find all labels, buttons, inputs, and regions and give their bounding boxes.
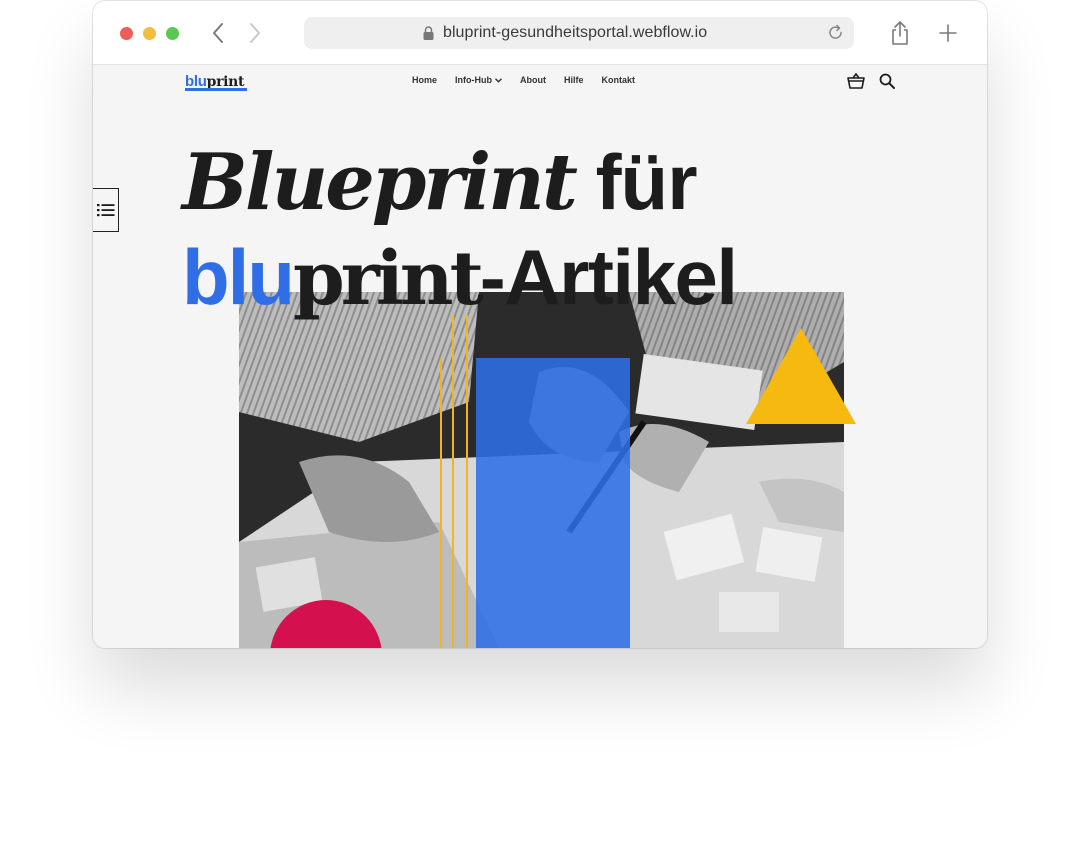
share-icon[interactable] [890, 20, 910, 51]
nav-kontakt[interactable]: Kontakt [602, 75, 636, 85]
nav-hilfe[interactable]: Hilfe [564, 75, 584, 85]
yellow-accent-line [452, 315, 454, 648]
logo-underline [185, 88, 247, 91]
nav-about[interactable]: About [520, 75, 546, 85]
search-icon[interactable] [879, 73, 895, 94]
reload-icon[interactable] [827, 24, 844, 46]
nav-home[interactable]: Home [412, 75, 437, 85]
browser-window: bluprint-gesundheitsportal.webflow.io bl… [93, 1, 987, 648]
forward-icon[interactable] [244, 21, 264, 45]
hero-title-line1: Blueprint für [182, 143, 698, 222]
url-text: bluprint-gesundheitsportal.webflow.io [443, 24, 708, 41]
browser-toolbar: bluprint-gesundheitsportal.webflow.io [93, 1, 987, 65]
basket-icon[interactable] [847, 72, 865, 94]
yellow-accent-line [440, 358, 442, 648]
yellow-triangle [746, 328, 856, 429]
hero-print-word: print [292, 236, 484, 322]
main-nav: Home Info-Hub About Hilfe Kontakt [412, 75, 635, 85]
nav-info-hub-label: Info-Hub [455, 75, 492, 85]
chevron-down-icon [495, 76, 502, 85]
hero-blueprint-word: Blueprint [182, 137, 578, 228]
nav-info-hub[interactable]: Info-Hub [455, 75, 502, 85]
hero-title-line2: bluprint-Artikel [182, 238, 738, 316]
table-of-contents-button[interactable] [93, 188, 119, 232]
yellow-accent-line [466, 315, 468, 648]
blue-accent-block [476, 358, 630, 648]
address-bar[interactable]: bluprint-gesundheitsportal.webflow.io [304, 17, 854, 49]
hero-fuer-word: für [574, 138, 698, 226]
zoom-window-button[interactable] [166, 27, 179, 40]
minimize-window-button[interactable] [143, 27, 156, 40]
hero-blu-word: blu [182, 233, 295, 321]
web-page: bluprint Home Info-Hub About Hilfe Konta… [93, 65, 987, 648]
back-icon[interactable] [209, 21, 229, 45]
close-window-button[interactable] [120, 27, 133, 40]
plus-icon[interactable] [938, 23, 958, 48]
list-icon [97, 203, 115, 222]
hero-artikel-word: -Artikel [479, 233, 738, 321]
lock-icon [423, 26, 434, 45]
